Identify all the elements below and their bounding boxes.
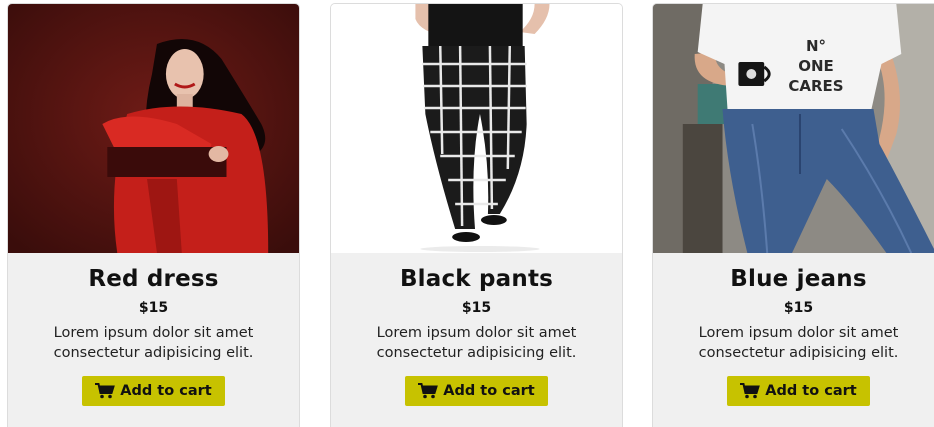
product-card-body: Red dress $15 Lorem ipsum dolor sit amet… [8,253,299,406]
shopping-cart-icon [740,383,761,399]
product-card-body: Blue jeans $15 Lorem ipsum dolor sit ame… [653,253,934,406]
product-price: $15 [461,300,492,316]
product-description: Lorem ipsum dolor sit amet consectetur a… [698,325,899,361]
product-card: N° ONE CARES Blue jeans $15 Lorem ipsum … [652,3,934,427]
product-price: $15 [783,300,814,316]
add-to-cart-button[interactable]: Add to cart [82,376,225,406]
tshirt-print-line: ONE [798,57,834,75]
product-title: Red dress [88,266,219,292]
product-card: Red dress $15 Lorem ipsum dolor sit amet… [7,3,300,427]
add-to-cart-button[interactable]: Add to cart [405,376,548,406]
shopping-cart-icon [95,383,116,399]
add-to-cart-button[interactable]: Add to cart [727,376,870,406]
add-to-cart-label: Add to cart [765,383,857,399]
product-description: Lorem ipsum dolor sit amet consectetur a… [376,325,577,361]
product-card: Black pants $15 Lorem ipsum dolor sit am… [330,3,623,427]
shopping-cart-icon [418,383,439,399]
product-description: Lorem ipsum dolor sit amet consectetur a… [53,325,254,361]
product-image-red-dress [8,4,299,253]
tshirt-print-line: N° [805,37,827,55]
product-image-black-pants [331,4,622,253]
add-to-cart-label: Add to cart [443,383,535,399]
tshirt-print-line: CARES [788,77,844,95]
tshirt-print: N° ONE CARES [781,36,851,96]
product-price: $15 [138,300,169,316]
product-grid: Red dress $15 Lorem ipsum dolor sit amet… [0,0,934,427]
add-to-cart-label: Add to cart [120,383,212,399]
product-title: Blue jeans [730,266,867,292]
product-title: Black pants [399,266,554,292]
product-image-blue-jeans: N° ONE CARES [653,4,934,253]
product-card-body: Black pants $15 Lorem ipsum dolor sit am… [331,253,622,406]
